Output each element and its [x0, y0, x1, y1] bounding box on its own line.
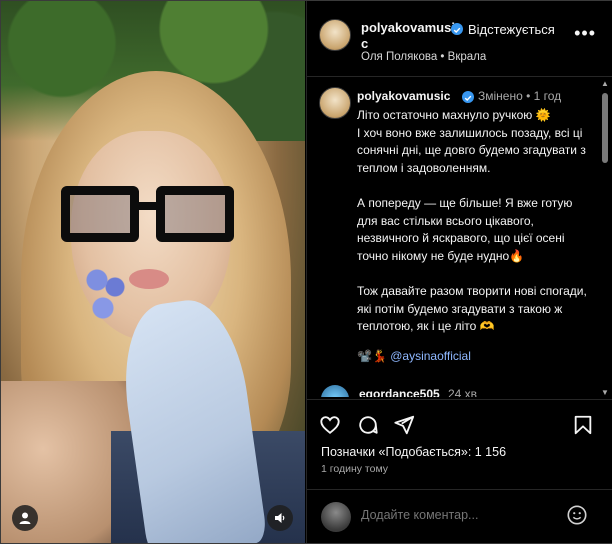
caption-text: Літо остаточно махнуло ручкою 🌞 І хоч во…: [357, 108, 587, 334]
bookmark-icon[interactable]: [572, 414, 594, 436]
caption-credits: 📽️💃 @aysinaofficial: [357, 349, 471, 363]
post-side-panel: polyakovamusic Відстежується ••• Оля Пол…: [306, 1, 612, 543]
commenter-avatar[interactable]: [321, 385, 349, 397]
credits-emoji: 📽️💃: [357, 349, 387, 363]
caption-author-username[interactable]: polyakovamusic: [357, 89, 450, 103]
emoji-icon[interactable]: [566, 504, 588, 526]
caption-author-avatar[interactable]: [319, 87, 351, 119]
verified-icon: [462, 91, 474, 103]
verified-icon: [451, 23, 463, 35]
caption-edited-time: Змінено • 1 год: [478, 89, 562, 103]
audio-subtitle[interactable]: Оля Полякова • Вкрала: [361, 51, 486, 63]
heart-icon[interactable]: [319, 414, 341, 436]
sound-icon: [275, 513, 285, 523]
post-time: 1 годину тому: [321, 463, 389, 475]
author-username[interactable]: polyakovamusic: [361, 20, 461, 52]
more-icon[interactable]: •••: [574, 23, 596, 44]
sound-toggle-button[interactable]: [267, 505, 293, 531]
current-user-avatar: [321, 502, 351, 532]
scroll-down-arrow[interactable]: ▼: [601, 388, 609, 397]
caption-scrollbar[interactable]: ▲ ▼: [600, 79, 610, 397]
scroll-up-arrow[interactable]: ▲: [601, 79, 609, 88]
post-header: polyakovamusic Відстежується ••• Оля Пол…: [307, 1, 612, 77]
scrollbar-thumb[interactable]: [602, 93, 608, 163]
photo-glasses: [61, 186, 236, 248]
caption-area: polyakovamusic Змінено • 1 год Літо оста…: [307, 77, 599, 397]
follow-status-button[interactable]: Відстежується: [468, 22, 555, 37]
tagged-users-button[interactable]: [12, 505, 38, 531]
author-avatar[interactable]: [319, 19, 351, 51]
credits-mention-link[interactable]: @aysinaofficial: [390, 349, 471, 363]
post-actions: Позначки «Подобається»: 1 156 1 годину т…: [307, 399, 612, 490]
likes-count[interactable]: Позначки «Подобається»: 1 156: [321, 445, 506, 459]
post-dialog: polyakovamusic Відстежується ••• Оля Пол…: [0, 0, 612, 544]
commenter-username[interactable]: egordance505: [359, 387, 440, 397]
comment-input[interactable]: [361, 508, 551, 522]
comment-icon[interactable]: [357, 414, 379, 436]
share-icon[interactable]: [393, 414, 415, 436]
photo-flower: [79, 259, 139, 329]
user-icon: [19, 512, 31, 524]
post-photo[interactable]: [1, 1, 305, 543]
comment-time: 24 хв: [448, 387, 478, 397]
add-comment-bar: [307, 489, 612, 544]
